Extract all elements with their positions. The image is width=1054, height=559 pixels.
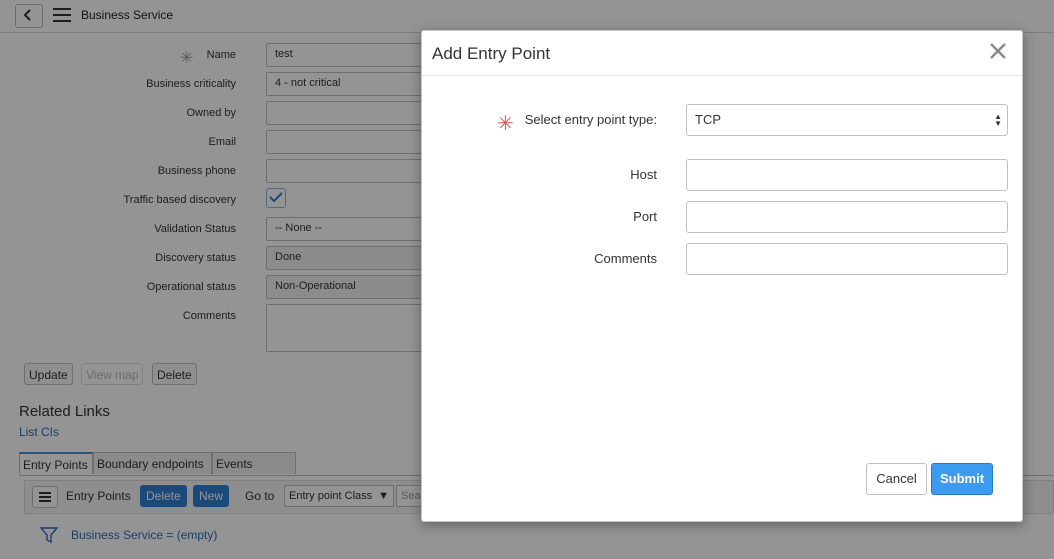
host-input[interactable] xyxy=(686,159,1008,191)
required-icon: ✳ xyxy=(497,113,514,135)
select-arrows-icon: ▲ ▼ xyxy=(994,112,1002,128)
comments-label: Comments xyxy=(594,251,657,266)
close-icon[interactable] xyxy=(988,41,1008,61)
cancel-button[interactable]: Cancel xyxy=(866,463,927,495)
comments-input[interactable] xyxy=(686,243,1008,275)
dialog-title: Add Entry Point xyxy=(432,44,551,63)
entry-type-select[interactable]: TCP ▲ ▼ xyxy=(686,104,1008,136)
entry-type-label: Select entry point type: xyxy=(524,112,657,127)
dialog-divider xyxy=(422,75,1022,76)
host-label: Host xyxy=(630,167,657,182)
port-input[interactable] xyxy=(686,201,1008,233)
port-label: Port xyxy=(633,209,657,224)
add-entry-point-dialog: Add Entry Point ✳ Select entry point typ… xyxy=(421,30,1023,522)
entry-type-value: TCP xyxy=(695,112,721,127)
submit-button[interactable]: Submit xyxy=(931,463,993,495)
